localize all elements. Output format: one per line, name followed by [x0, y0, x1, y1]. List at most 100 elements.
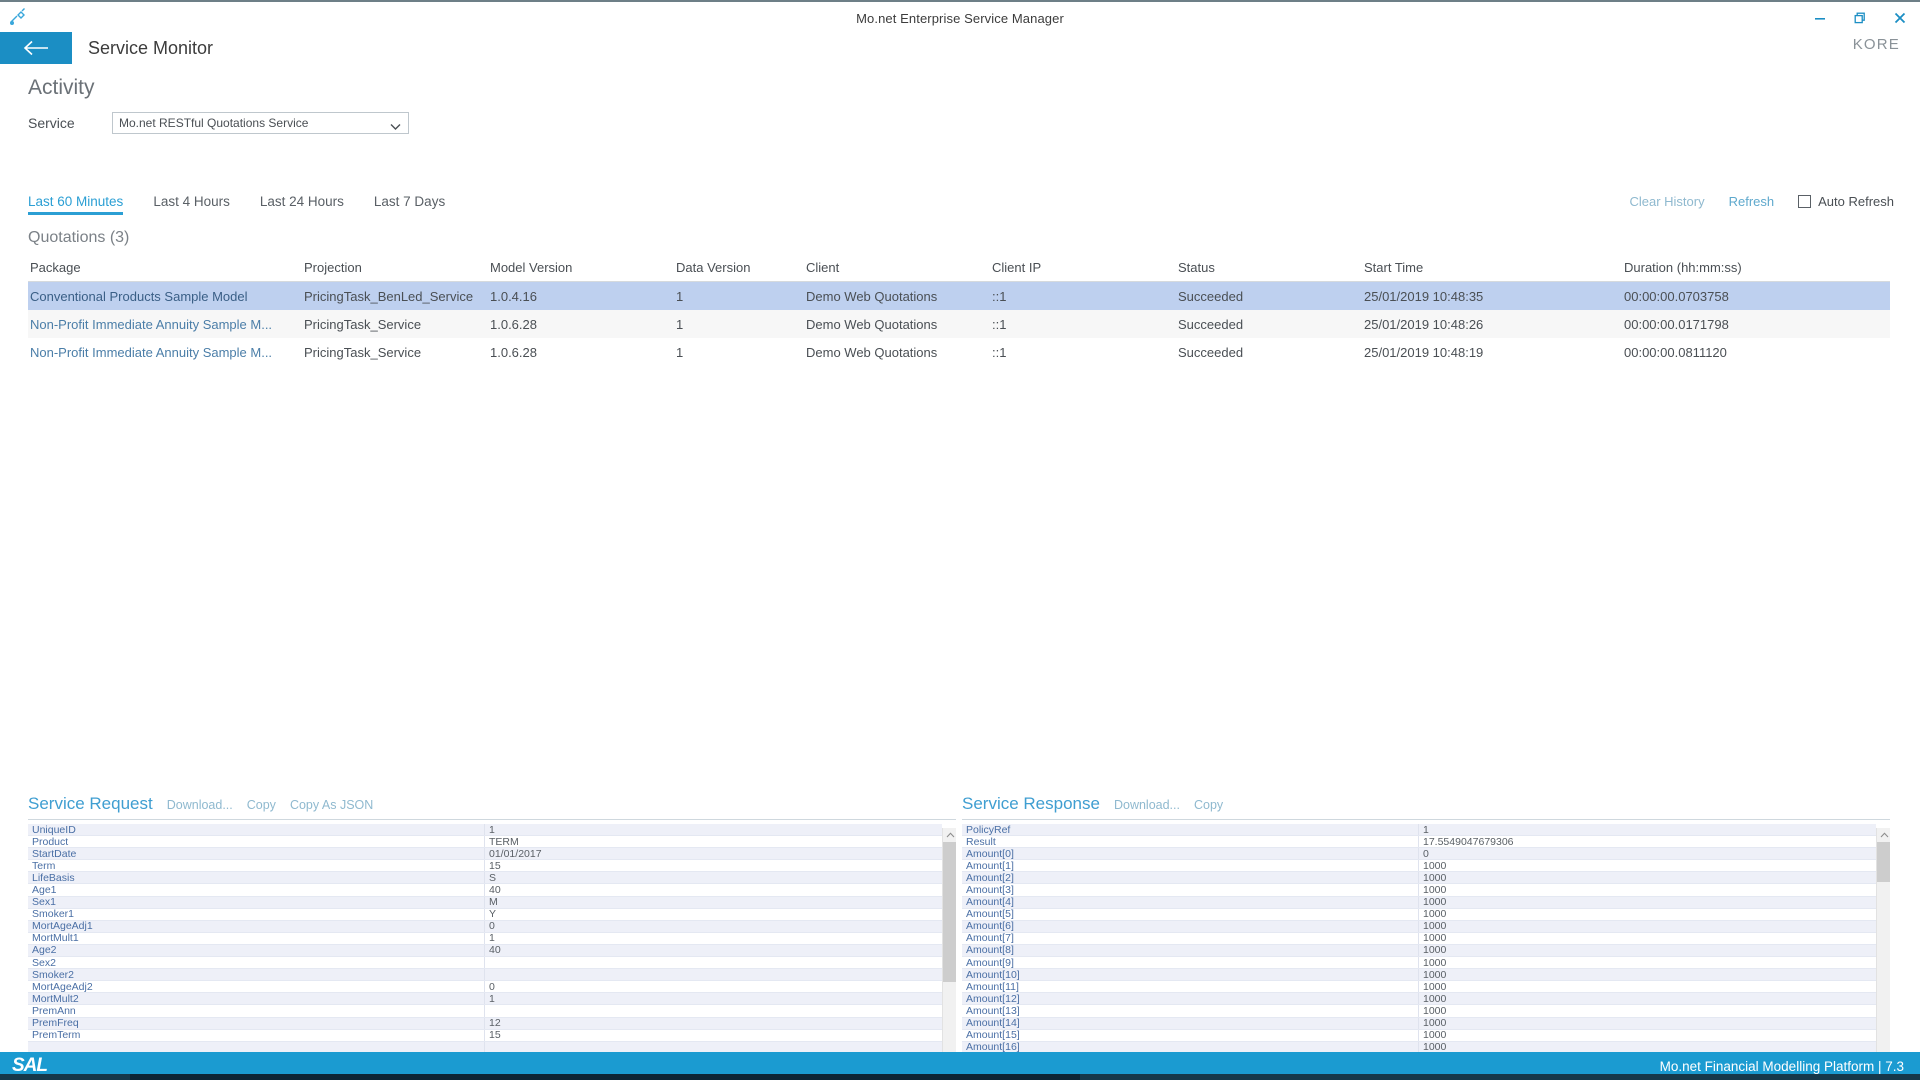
column-header-model-version[interactable]: Model Version [490, 260, 676, 275]
response-row[interactable]: Amount[14] 1000 [962, 1017, 1876, 1030]
response-row[interactable]: Amount[15] 1000 [962, 1029, 1876, 1042]
column-header-duration-hh-mm-ss[interactable]: Duration (hh:mm:ss) [1624, 260, 1890, 275]
response-row[interactable]: PolicyRef 1 [962, 824, 1876, 837]
tab-last-4-hours[interactable]: Last 4 Hours [153, 194, 246, 215]
request-value: 0 [489, 920, 495, 932]
request-key: Term [28, 860, 485, 872]
response-row[interactable]: Amount[5] 1000 [962, 908, 1876, 921]
scrollbar-thumb[interactable] [943, 842, 956, 982]
request-row[interactable]: PremAnn [28, 1005, 942, 1018]
request-row[interactable]: Product TERM [28, 836, 942, 849]
response-row[interactable]: Amount[8] 1000 [962, 944, 1876, 958]
service-response-scrollbar[interactable] [1876, 828, 1890, 1080]
response-row[interactable]: Amount[0] 0 [962, 848, 1876, 861]
request-row[interactable]: Smoker1 Y [28, 908, 942, 921]
request-row[interactable]: StartDate 01/01/2017 [28, 848, 942, 861]
tab-last-24-hours[interactable]: Last 24 Hours [260, 194, 360, 215]
cell-client: Demo Web Quotations [806, 288, 938, 304]
request-row[interactable]: Sex2 [28, 957, 942, 970]
request-value [485, 957, 942, 968]
request-value: 1 [489, 932, 495, 944]
service-response-download-button[interactable]: Download... [1114, 798, 1180, 812]
request-key: Product [28, 836, 485, 848]
scrollbar-thumb[interactable] [1877, 842, 1890, 882]
column-header-data-version[interactable]: Data Version [676, 260, 806, 275]
response-row[interactable]: Amount[11] 1000 [962, 981, 1876, 994]
response-value: 1000 [1423, 993, 1447, 1005]
request-row[interactable]: PremTerm 15 [28, 1029, 942, 1042]
clear-history-button[interactable]: Clear History [1629, 194, 1704, 209]
response-key: Amount[2] [962, 872, 1419, 884]
minimize-icon[interactable] [1800, 3, 1840, 33]
request-key: LifeBasis [28, 872, 485, 884]
response-row[interactable]: Amount[4] 1000 [962, 896, 1876, 909]
request-value: M [489, 896, 498, 908]
request-row[interactable]: Sex1 M [28, 896, 942, 909]
auto-refresh-toggle[interactable]: Auto Refresh [1798, 194, 1894, 209]
service-select[interactable]: Mo.net RESTful Quotations Service [112, 112, 409, 134]
column-header-package[interactable]: Package [28, 260, 304, 275]
request-row[interactable]: Smoker2 [28, 969, 942, 982]
column-header-projection[interactable]: Projection [304, 260, 490, 275]
request-row[interactable]: Age1 40 [28, 884, 942, 897]
cell-duration: 00:00:00.0811120 [1624, 344, 1727, 360]
cell-status: Succeeded [1178, 316, 1244, 332]
service-request-header: Service Request Download... Copy Copy As… [28, 794, 956, 820]
request-row[interactable]: PremFreq 12 [28, 1017, 942, 1030]
request-row[interactable]: MortAgeAdj1 0 [28, 920, 942, 933]
response-row[interactable]: Amount[1] 1000 [962, 860, 1876, 873]
cell-data-version: 1 [676, 316, 684, 332]
service-selector-row: Service Mo.net RESTful Quotations Servic… [28, 112, 409, 134]
request-row[interactable]: Age2 40 [28, 944, 942, 958]
service-request-copy-button[interactable]: Copy [247, 798, 276, 812]
request-row[interactable]: UniqueID 1 [28, 824, 942, 837]
close-icon[interactable] [1880, 3, 1920, 33]
table-row[interactable]: Non-Profit Immediate Annuity Sample M...… [28, 338, 1890, 366]
response-row[interactable]: Amount[12] 1000 [962, 993, 1876, 1006]
response-row[interactable]: Amount[13] 1000 [962, 1005, 1876, 1018]
request-row[interactable]: LifeBasis S [28, 872, 942, 885]
service-request-scrollbar[interactable] [942, 828, 956, 1080]
service-request-download-button[interactable]: Download... [167, 798, 233, 812]
column-header-client[interactable]: Client [806, 260, 992, 275]
response-key: Amount[10] [962, 969, 1419, 981]
platform-version-label: Mo.net Financial Modelling Platform | 7.… [1659, 1058, 1904, 1074]
scroll-up-icon[interactable] [1877, 828, 1890, 842]
restore-icon[interactable] [1840, 3, 1880, 33]
response-row[interactable]: Amount[7] 1000 [962, 932, 1876, 945]
request-row[interactable]: MortMult1 1 [28, 932, 942, 945]
response-row[interactable]: Amount[6] 1000 [962, 920, 1876, 933]
response-value: 1000 [1423, 1005, 1447, 1017]
response-row[interactable]: Amount[9] 1000 [962, 957, 1876, 970]
response-value: 1000 [1423, 896, 1447, 908]
response-row[interactable]: Amount[10] 1000 [962, 969, 1876, 982]
column-header-status[interactable]: Status [1178, 260, 1364, 275]
response-key: Amount[13] [962, 1005, 1419, 1017]
column-header-client-ip[interactable]: Client IP [992, 260, 1178, 275]
request-key: Sex1 [28, 896, 485, 908]
request-row[interactable]: MortMult2 1 [28, 993, 942, 1006]
service-response-copy-button[interactable]: Copy [1194, 798, 1223, 812]
table-row[interactable]: Non-Profit Immediate Annuity Sample M...… [28, 310, 1890, 338]
quotations-heading: Quotations (3) [28, 229, 130, 246]
request-value: 40 [489, 944, 501, 957]
request-row[interactable]: Term 15 [28, 860, 942, 873]
column-header-start-time[interactable]: Start Time [1364, 260, 1624, 275]
tab-last-60-minutes[interactable]: Last 60 Minutes [28, 194, 139, 215]
table-row[interactable]: Conventional Products Sample Model Pricin… [28, 282, 1890, 310]
back-button[interactable] [0, 32, 72, 64]
request-row[interactable]: MortAgeAdj2 0 [28, 981, 942, 994]
response-value: 1000 [1423, 932, 1447, 944]
service-request-copy-json-button[interactable]: Copy As JSON [290, 798, 373, 812]
request-value: 40 [489, 884, 501, 896]
tab-last-7-days[interactable]: Last 7 Days [374, 194, 461, 215]
response-key: Amount[6] [962, 920, 1419, 932]
response-row[interactable]: Result 17.5549047679306 [962, 836, 1876, 849]
auto-refresh-checkbox[interactable] [1798, 195, 1812, 208]
request-value: 0 [489, 981, 495, 993]
response-row[interactable]: Amount[3] 1000 [962, 884, 1876, 897]
response-row[interactable]: Amount[2] 1000 [962, 872, 1876, 885]
refresh-button[interactable]: Refresh [1729, 194, 1775, 209]
scroll-up-icon[interactable] [943, 828, 956, 842]
tab-label: Last 7 Days [373, 194, 446, 209]
